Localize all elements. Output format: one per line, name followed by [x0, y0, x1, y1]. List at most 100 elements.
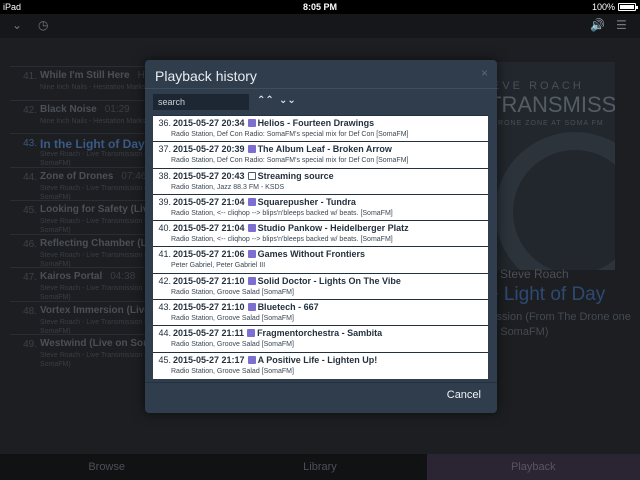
tab-browse[interactable]: Browse: [0, 454, 213, 480]
music-icon: [247, 119, 256, 127]
track-number: 48.: [23, 305, 37, 317]
history-timestamp: 2015-05-27 21:10: [173, 302, 245, 313]
history-source: Radio Station, <-- cliqhop --> blips'n'b…: [171, 236, 393, 244]
history-entry[interactable]: 39. 2015-05-27 21:04 Squarepusher - Tundra…: [153, 193, 488, 220]
music-icon: [247, 329, 256, 338]
history-entry[interactable]: 44. 2015-05-27 21:11 Fragmentorchestra - S…: [153, 325, 488, 351]
battery-indicator: 100%: [591, 2, 638, 12]
history-title: A Positive Life - Lighten Up!: [257, 354, 378, 365]
history-timestamp: 2015-05-27 21:11: [173, 328, 245, 339]
history-title: Squarepusher - Tundra: [257, 196, 356, 207]
history-title: The Album Leaf - Broken Arrow: [257, 144, 392, 155]
history-source: Radio Station, Groove Salad [SomaFM]: [171, 367, 294, 375]
sort-down-button[interactable]: ⌄⌄: [279, 95, 296, 106]
music-icon: [247, 197, 256, 206]
history-number: 43.: [158, 302, 171, 313]
history-title: Helios - Fourteen Drawings: [257, 118, 375, 128]
album-art-title: TRANSMISSION: [488, 92, 615, 117]
now-playing-artist: Steve Roach: [500, 267, 569, 281]
tab-playback[interactable]: Playback: [426, 454, 640, 480]
history-entry[interactable]: 38. 2015-05-27 20:43 Streaming source Radio…: [153, 167, 488, 194]
history-entry-header: 44. 2015-05-27 21:11 Fragmentorchestra - S…: [155, 328, 382, 338]
history-number: 45.: [158, 354, 171, 365]
history-entry-header: 38. 2015-05-27 20:43 Streaming source: [155, 170, 334, 181]
menu-icon[interactable]: ☰: [616, 18, 627, 32]
playback-history-dialog: Playback history × ⌃⌃ ⌄⌄ 36.2015-05-27 2…: [145, 60, 497, 413]
history-timestamp: 2015-05-27 20:43: [173, 170, 245, 181]
history-entry-header: 42. 2015-05-27 21:10 Solid Doctor - Lights…: [155, 275, 401, 286]
history-entry[interactable]: 41. 2015-05-27 21:06 Games Without Frontie…: [153, 246, 488, 272]
search-input[interactable]: [153, 94, 249, 110]
history-source: Peter Gabriel, Peter Gabriel III: [171, 262, 266, 270]
history-entry-header: 39. 2015-05-27 21:04 Squarepusher - Tundra: [155, 196, 356, 207]
history-title: Studio Pankow - Heidelberger Platz: [257, 223, 409, 234]
history-entry-header: 41. 2015-05-27 21:06 Games Without Frontie…: [155, 249, 365, 259]
external-link-icon: [247, 171, 256, 180]
history-source: Radio Station, Def Con Radio: SomaFM's s…: [171, 157, 409, 165]
now-playing-title: e Light of Day: [488, 284, 606, 305]
status-bar: iPad 8:05 PM 100%: [0, 0, 640, 14]
history-entry-header: 36. 2015-05-27 20:34 Helios - Fourteen Dra…: [155, 118, 374, 128]
history-entry[interactable]: 45. 2015-05-27 21:17 A Positive Life - Lig…: [153, 351, 488, 378]
history-timestamp: 2015-05-27 21:04: [173, 223, 245, 234]
top-toolbar: ⌄ ◷ 🔊 ☰: [0, 14, 640, 38]
clock: 8:05 PM: [302, 2, 337, 12]
track-number: 41.: [23, 71, 37, 82]
history-number: 36.: [158, 118, 171, 128]
battery-percent: 100%: [591, 2, 615, 12]
volume-icon[interactable]: 🔊: [590, 18, 605, 32]
history-timestamp: 2015-05-27 21:17: [173, 354, 245, 365]
history-title: Bluetech - 667: [257, 302, 319, 313]
music-icon: [247, 303, 256, 312]
history-timestamp: 2015-05-27 21:06: [173, 249, 245, 260]
history-entry-header: 45. 2015-05-27 21:17 A Positive Life - Lig…: [155, 355, 377, 365]
track-number: 46.: [23, 238, 37, 250]
history-entry-header: 43. 2015-05-27 21:10 Bluetech - 667: [155, 302, 319, 313]
bottom-tab-bar: Browse Library Playback: [0, 454, 640, 480]
history-number: 37.: [158, 144, 171, 155]
track-title: In the Light of Day: [40, 137, 145, 151]
divider: [145, 382, 497, 383]
history-entry[interactable]: 43. 2015-05-27 21:10 Bluetech - 667 Radio S…: [153, 299, 488, 325]
track-title: Zone of Drones 07:46: [40, 170, 147, 182]
album-art-pattern: [495, 132, 615, 270]
sort-up-button[interactable]: ⌃⌃: [257, 95, 274, 106]
music-icon: [247, 145, 256, 154]
dialog-title: Playback history: [155, 68, 257, 84]
close-icon[interactable]: ×: [481, 66, 488, 80]
track-title: While I'm Still HereHere: [40, 70, 159, 81]
track-title: Black Noise 01:29: [40, 103, 130, 115]
history-title: Streaming source: [257, 170, 334, 181]
history-source: Radio Station, Groove Salad [SomaFM]: [171, 315, 294, 323]
cancel-button[interactable]: Cancel: [447, 389, 481, 401]
history-timestamp: 2015-05-27 20:34: [173, 118, 245, 128]
track-duration: 01:29: [104, 103, 130, 115]
music-icon: [247, 355, 256, 364]
history-timestamp: 2015-05-27 21:04: [173, 196, 245, 207]
history-number: 44.: [158, 328, 171, 339]
history-entry[interactable]: 37. 2015-05-27 20:39 The Album Leaf - Brok…: [153, 141, 488, 167]
tab-library[interactable]: Library: [213, 454, 426, 480]
album-art: EVE ROACH TRANSMISSION DRONE ZONE AT SOM…: [480, 62, 615, 270]
history-list-frame[interactable]: 36. 2015-05-27 20:34 Helios - Fourteen Dra…: [153, 115, 488, 379]
track-duration: 07:46: [121, 170, 147, 182]
history-number: 38.: [158, 170, 171, 181]
track-number: 42.: [23, 104, 37, 116]
battery-icon: [618, 3, 638, 11]
chevron-down-icon[interactable]: ⌄: [12, 18, 22, 32]
music-icon: [247, 250, 256, 259]
history-entry[interactable]: 36. 2015-05-27 20:34 Helios - Fourteen Dra…: [153, 115, 488, 141]
history-timestamp: 2015-05-27 21:10: [173, 275, 245, 286]
clock-icon[interactable]: ◷: [38, 18, 48, 32]
history-title: Solid Doctor - Lights On The Vibe: [257, 275, 401, 286]
track-number: 49.: [23, 339, 37, 350]
music-icon: [247, 276, 256, 285]
history-list: 36. 2015-05-27 20:34 Helios - Fourteen Dra…: [153, 115, 488, 378]
history-title: Games Without Frontiers: [257, 249, 365, 260]
track-number: 43.: [23, 138, 37, 149]
history-entry[interactable]: 42. 2015-05-27 21:10 Solid Doctor - Lights…: [153, 272, 488, 299]
album-art-subtitle: DRONE ZONE AT SOMA FM: [492, 120, 604, 127]
history-number: 42.: [158, 275, 171, 286]
history-entry[interactable]: 40. 2015-05-27 21:04 Studio Pankow - Heide…: [153, 220, 488, 246]
track-number: 47.: [23, 272, 37, 283]
